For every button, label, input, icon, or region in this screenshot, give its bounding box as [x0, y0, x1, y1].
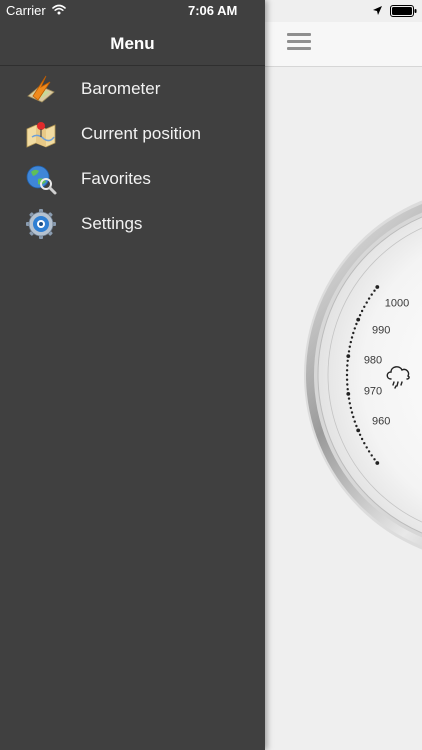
- gauge-minor-tick: [355, 322, 358, 326]
- gauge-major-tick: [356, 317, 361, 322]
- gauge-minor-tick: [346, 388, 349, 391]
- gauge-minor-tick: [346, 359, 349, 362]
- gauge-minor-tick: [365, 446, 368, 449]
- gauge-scale-label: 970: [364, 386, 382, 398]
- gauge-minor-tick: [353, 327, 356, 330]
- gauge-minor-tick: [346, 383, 349, 386]
- gauge-minor-tick: [358, 433, 362, 436]
- gauge-minor-tick: [373, 289, 376, 292]
- gauge-minor-tick: [350, 336, 354, 339]
- map-pin-icon: [26, 122, 56, 148]
- gauge-minor-tick: [348, 345, 351, 348]
- gauge-minor-tick: [352, 415, 355, 419]
- gauge-minor-tick: [349, 340, 352, 344]
- gauge-minor-tick: [370, 293, 373, 296]
- gauge-scale-label: 980: [364, 354, 382, 366]
- gauge-minor-tick: [350, 411, 354, 414]
- gauge-minor-tick: [345, 378, 349, 381]
- gauge-minor-tick: [363, 305, 366, 308]
- gauge-minor-tick: [347, 397, 351, 400]
- wifi-icon: [52, 4, 66, 15]
- status-time: 7:06 AM: [188, 3, 238, 18]
- side-menu-drawer: Menu Barometer Current position Favorite…: [0, 0, 265, 750]
- menu-item-label: Current position: [81, 124, 202, 143]
- gauge-minor-tick: [360, 309, 364, 313]
- menu-item-settings[interactable]: Settings: [0, 201, 265, 246]
- battery-icon: [390, 5, 417, 17]
- gauge-minor-tick: [349, 406, 352, 410]
- status-bar: Carrier 7:06 AM: [0, 0, 422, 22]
- barometer-icon: [27, 75, 55, 103]
- menu-item-label: Settings: [81, 214, 143, 233]
- menu-item-label: Barometer: [81, 79, 161, 98]
- globe-search-icon: [26, 165, 57, 195]
- gauge-major-tick: [375, 285, 380, 289]
- gauge-minor-tick: [355, 424, 358, 428]
- gauge-minor-tick: [345, 369, 349, 372]
- gauge-minor-tick: [367, 297, 371, 300]
- drawer-title: Menu: [110, 34, 155, 53]
- gauge-scale-label: 990: [372, 324, 390, 336]
- gauge-minor-tick: [358, 314, 362, 317]
- gauge-scale-label: 960: [372, 416, 390, 428]
- gauge-major-tick: [356, 428, 361, 433]
- gauge-minor-tick: [373, 458, 376, 461]
- gauge-minor-tick: [345, 373, 349, 377]
- gauge-minor-tick: [352, 331, 355, 335]
- gear-icon: [26, 209, 56, 239]
- gauge-minor-tick: [365, 301, 368, 304]
- gauge-major-tick: [375, 461, 380, 465]
- menu-item-barometer[interactable]: Barometer: [0, 66, 265, 111]
- carrier-label: Carrier: [6, 3, 46, 18]
- gauge-minor-tick: [370, 454, 373, 457]
- menu-item-current-position[interactable]: Current position: [0, 111, 265, 156]
- gauge-minor-tick: [367, 450, 371, 453]
- gauge-minor-tick: [346, 364, 349, 367]
- gauge-major-tick: [346, 354, 351, 358]
- gauge-minor-tick: [363, 442, 366, 445]
- gauge-minor-tick: [348, 402, 351, 405]
- gauge-minor-tick: [360, 437, 364, 441]
- gauge-major-tick: [346, 392, 351, 396]
- gauge-minor-tick: [353, 420, 356, 423]
- gauge-minor-tick: [347, 350, 351, 353]
- menu-item-favorites[interactable]: Favorites: [0, 156, 265, 201]
- menu-item-label: Favorites: [81, 169, 151, 188]
- gauge-face: [317, 216, 422, 534]
- gauge-scale-label: 1000: [385, 297, 409, 309]
- location-arrow-icon: [373, 6, 382, 15]
